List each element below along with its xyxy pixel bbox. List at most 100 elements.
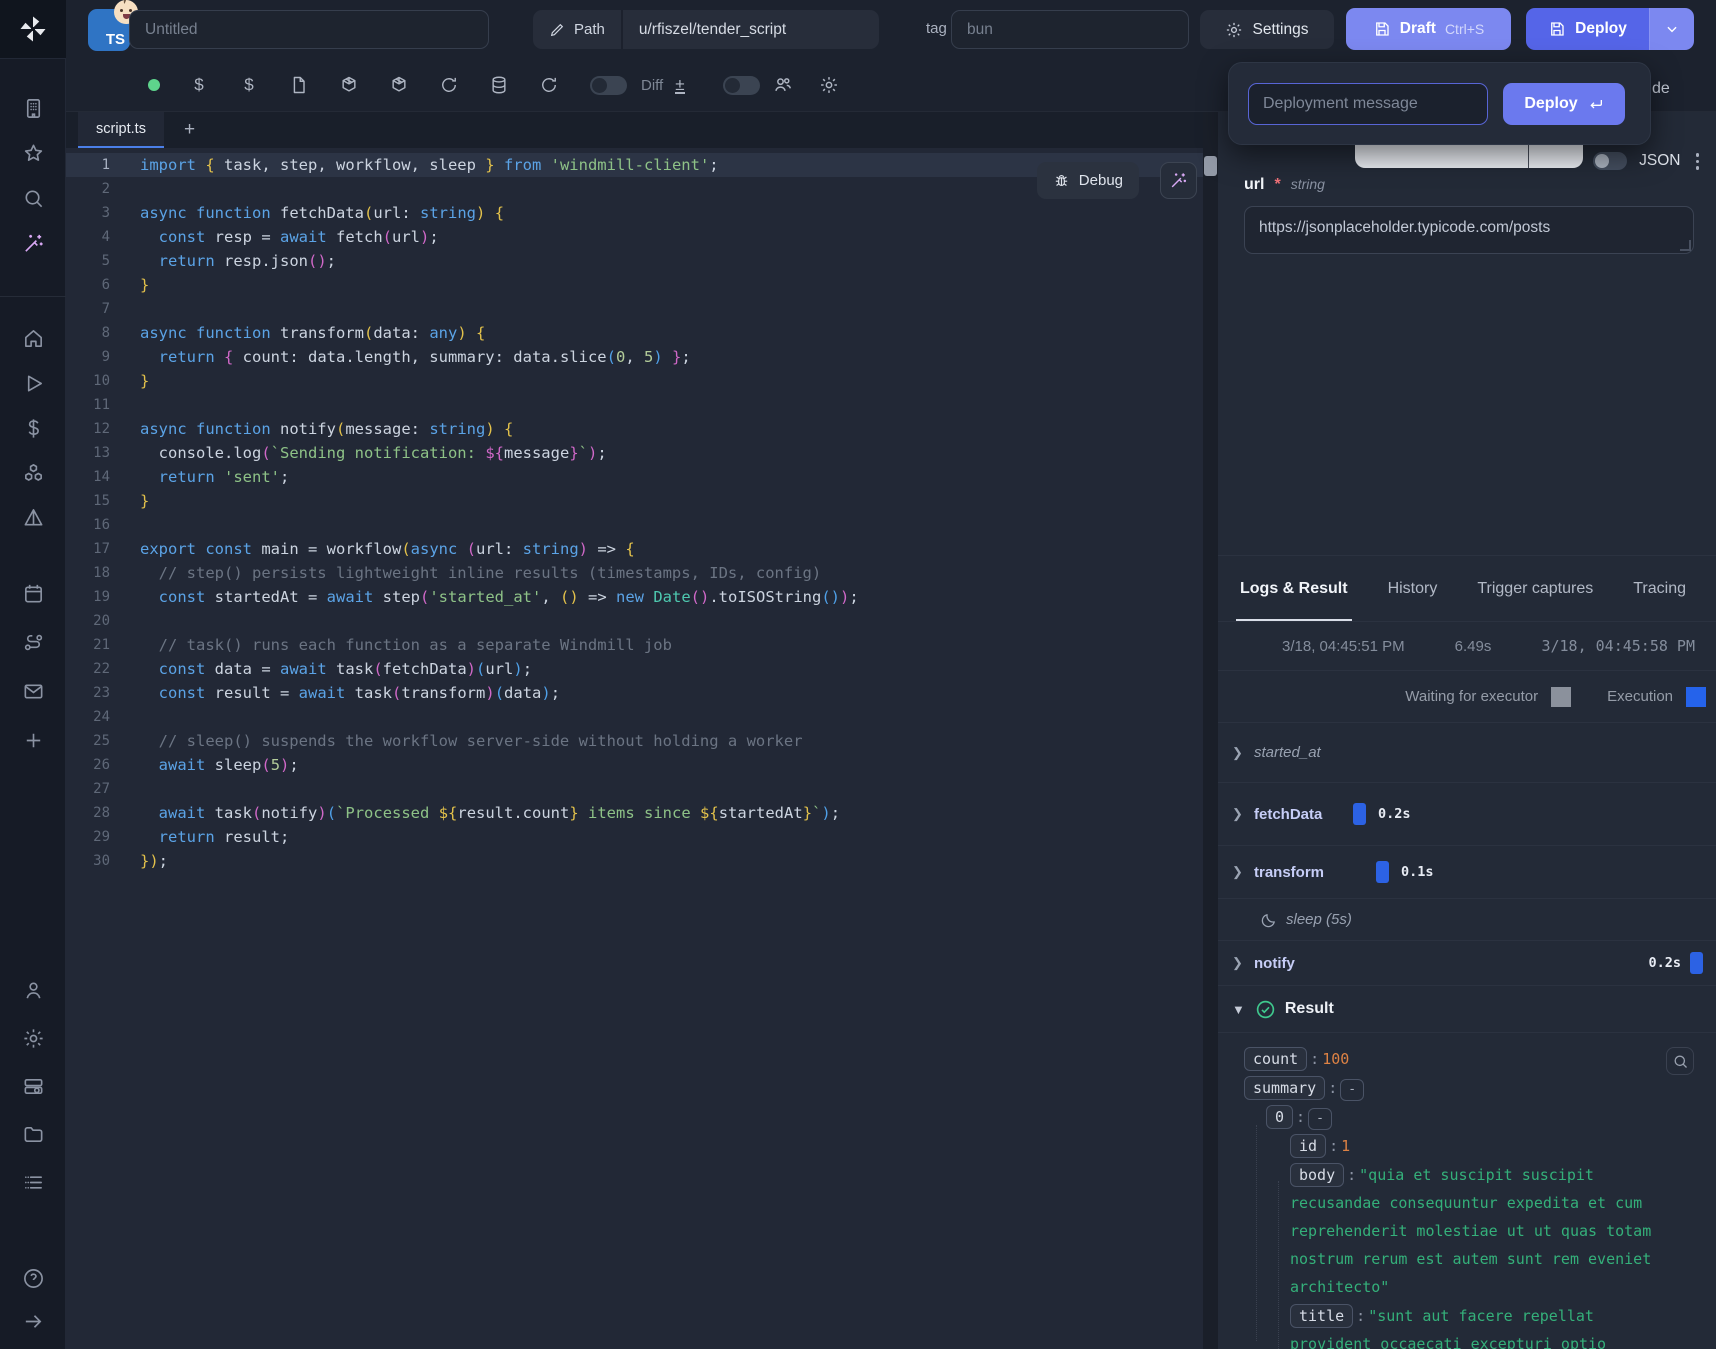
- step-row-fetchData[interactable]: ❯fetchData0.2s: [1218, 782, 1716, 845]
- sidebar-calendar-icon[interactable]: [0, 573, 66, 613]
- tag-input[interactable]: [951, 10, 1189, 49]
- file-tab-bar: script.ts +: [66, 112, 1203, 148]
- toolbar-refresh-icon[interactable]: [538, 74, 560, 96]
- toolbar-package-icon[interactable]: [338, 74, 360, 96]
- step-row-transform[interactable]: ❯transform0.1s: [1218, 845, 1716, 898]
- ai-wand-button[interactable]: [1160, 162, 1197, 199]
- toolbar-dollar-icon[interactable]: $: [238, 74, 260, 96]
- code-line: 16: [66, 513, 1203, 537]
- collapse-toggle[interactable]: -: [1308, 1108, 1332, 1130]
- draft-button[interactable]: Draft Ctrl+S: [1346, 8, 1511, 50]
- json-node: id:1: [1218, 1132, 1716, 1160]
- tab-history[interactable]: History: [1388, 556, 1438, 621]
- code-line: 6}: [66, 273, 1203, 297]
- sidebar-gear-icon[interactable]: [0, 1018, 66, 1058]
- sidebar-person-icon[interactable]: [0, 970, 66, 1010]
- script-title-input[interactable]: [129, 10, 489, 49]
- toolbar-history-icon[interactable]: [438, 74, 460, 96]
- sidebar-play-icon[interactable]: [0, 363, 66, 403]
- json-node: 0:-: [1218, 1103, 1716, 1131]
- chevron-right-icon: ❯: [1232, 745, 1246, 761]
- url-field-header: url* string: [1244, 176, 1325, 194]
- path-edit-label[interactable]: Path: [533, 10, 623, 49]
- result-row[interactable]: ▼ Result: [1218, 985, 1716, 1032]
- step-duration: 0.2s: [1648, 955, 1681, 971]
- enter-key-icon: [1588, 96, 1604, 112]
- json-colon: :: [1325, 1079, 1340, 1097]
- toolbar-database-icon[interactable]: [488, 74, 510, 96]
- deploy-button[interactable]: Deploy: [1526, 8, 1650, 50]
- code-line: 9 return { count: data.length, summary: …: [66, 345, 1203, 369]
- legend-swatch: [1686, 687, 1706, 707]
- code-line: 8async function transform(data: any) {: [66, 321, 1203, 345]
- step-name: notify: [1254, 955, 1295, 972]
- legend-label: Execution: [1607, 688, 1673, 705]
- sidebar-list-icon[interactable]: [0, 1162, 66, 1202]
- tab-trigger-captures[interactable]: Trigger captures: [1477, 556, 1593, 621]
- step-name: sleep (5s): [1286, 911, 1352, 928]
- sidebar-arrow-right-icon[interactable]: [0, 1301, 66, 1341]
- json-key: count: [1244, 1047, 1307, 1071]
- code-line: 18 // step() persists lightweight inline…: [66, 561, 1203, 585]
- deployment-message-input[interactable]: [1248, 83, 1488, 125]
- json-key: summary: [1244, 1076, 1325, 1100]
- sidebar-prism-icon[interactable]: [0, 498, 66, 538]
- debug-button[interactable]: Debug: [1037, 162, 1139, 199]
- new-tab-button[interactable]: +: [178, 112, 201, 148]
- editor-settings-gear-icon[interactable]: [818, 74, 840, 96]
- step-row-sleep5s[interactable]: sleep (5s): [1218, 898, 1716, 940]
- toolbar-package-icon[interactable]: [388, 74, 410, 96]
- toolbar-dollar-icon[interactable]: $: [188, 74, 210, 96]
- tab-logs-result[interactable]: Logs & Result: [1240, 556, 1348, 621]
- sidebar-plus-icon[interactable]: [0, 720, 66, 760]
- settings-button[interactable]: Settings: [1200, 10, 1334, 49]
- tab-tracing[interactable]: Tracing: [1633, 556, 1686, 621]
- legend-label: Waiting for executor: [1405, 688, 1538, 705]
- line-number: 4: [66, 225, 110, 249]
- popup-deploy-button[interactable]: Deploy: [1503, 83, 1625, 125]
- panel-splitter[interactable]: [1203, 112, 1218, 1349]
- sidebar-route-icon[interactable]: [0, 622, 66, 662]
- plus-minus-icon[interactable]: ±: [675, 77, 684, 94]
- collapse-toggle[interactable]: -: [1340, 1079, 1364, 1101]
- sidebar-dollar-icon[interactable]: [0, 408, 66, 448]
- json-node: count:100: [1218, 1045, 1716, 1073]
- tab-script-ts[interactable]: script.ts: [78, 112, 164, 148]
- collab-toggle[interactable]: [723, 76, 760, 95]
- language-badge[interactable]: TS: [88, 9, 130, 51]
- users-icon[interactable]: [772, 74, 794, 96]
- code-editor[interactable]: 1import { task, step, workflow, sleep } …: [66, 148, 1203, 1349]
- splitter-handle[interactable]: [1204, 156, 1217, 176]
- json-colon: :: [1344, 1166, 1359, 1184]
- status-dot: [148, 79, 160, 91]
- path-box[interactable]: Path u/rfiszel/tender_script: [533, 10, 879, 49]
- sidebar-mail-icon[interactable]: [0, 671, 66, 711]
- sidebar-building-icon[interactable]: [0, 88, 66, 128]
- clipped-label: de: [1652, 80, 1670, 98]
- wand-icon: [1169, 171, 1188, 190]
- sidebar-search-icon[interactable]: [0, 178, 66, 218]
- line-number: 21: [66, 633, 110, 657]
- kebab-menu-icon[interactable]: [1693, 150, 1703, 173]
- windmill-logo[interactable]: [0, 0, 66, 59]
- sidebar-home-icon[interactable]: [0, 318, 66, 358]
- line-number: 8: [66, 321, 110, 345]
- json-colon: :: [1293, 1108, 1308, 1126]
- json-colon: :: [1353, 1307, 1368, 1325]
- sidebar-help-icon[interactable]: [0, 1258, 66, 1298]
- step-row-started_at[interactable]: ❯started_at: [1218, 722, 1716, 782]
- sidebar-wand-icon[interactable]: [0, 223, 66, 263]
- language-badge-label: TS: [106, 31, 125, 48]
- toolbar-file-icon[interactable]: [288, 74, 310, 96]
- sidebar-cubes-icon[interactable]: [0, 453, 66, 493]
- sidebar-workers-icon[interactable]: [0, 1066, 66, 1106]
- diff-toggle[interactable]: [590, 76, 627, 95]
- json-toggle[interactable]: [1593, 152, 1627, 170]
- sidebar-folder-icon[interactable]: [0, 1114, 66, 1154]
- url-input[interactable]: https://jsonplaceholder.typicode.com/pos…: [1244, 206, 1694, 254]
- sidebar-star-icon[interactable]: [0, 133, 66, 173]
- deploy-dropdown-button[interactable]: [1650, 8, 1694, 50]
- step-duration: 0.2s: [1378, 806, 1411, 822]
- diff-label: Diff: [641, 77, 663, 94]
- step-row-notify[interactable]: ❯notify0.2s: [1218, 940, 1716, 985]
